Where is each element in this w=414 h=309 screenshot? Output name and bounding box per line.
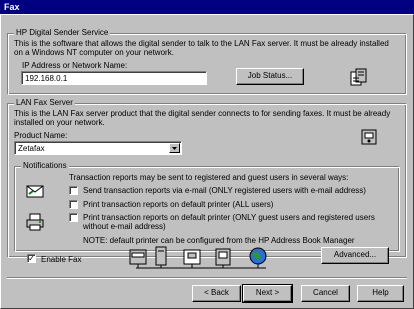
cancel-button[interactable]: Cancel xyxy=(301,285,350,302)
print-guest-label[interactable]: Print transaction reports on default pri… xyxy=(83,213,383,231)
next-button[interactable]: Next > xyxy=(242,284,293,303)
product-name-label: Product Name: xyxy=(14,131,68,140)
lan-fax-legend: LAN Fax Server xyxy=(14,98,75,108)
product-name-select[interactable]: Zetafax xyxy=(14,141,182,155)
advanced-button[interactable]: Advanced... xyxy=(321,247,389,264)
fax-server-icon xyxy=(361,129,377,145)
print-guest-checkbox[interactable] xyxy=(69,213,78,222)
window-title: Fax xyxy=(0,0,414,14)
digital-sender-group: HP Digital Sender Service This is the so… xyxy=(7,28,407,95)
ip-label: IP Address or Network Name: xyxy=(22,61,128,70)
lan-fax-group: LAN Fax Server This is the LAN Fax serve… xyxy=(7,98,407,258)
back-button[interactable]: < Back xyxy=(192,285,241,302)
chevron-down-icon[interactable] xyxy=(169,143,180,153)
enable-fax-label[interactable]: Enable Fax xyxy=(41,255,81,264)
lan-fax-description: This is the LAN Fax server product that … xyxy=(14,109,391,127)
product-name-value: Zetafax xyxy=(18,144,45,153)
fax-dialog: HP Digital Sender Service This is the so… xyxy=(0,14,414,309)
digital-sender-description: This is the software that allows the dig… xyxy=(14,39,389,57)
notifications-group: Notifications Transaction reports may be… xyxy=(14,161,400,252)
ip-address-input[interactable]: 192.168.0.1 xyxy=(21,71,207,85)
notifications-legend: Notifications xyxy=(21,161,69,171)
email-report-label[interactable]: Send transaction reports via e-mail (ONL… xyxy=(83,186,366,195)
network-diagram-icon xyxy=(129,246,267,269)
printer-icon xyxy=(26,213,44,231)
enable-fax-checkbox[interactable]: ✓ xyxy=(27,254,36,263)
help-button[interactable]: Help xyxy=(357,285,404,302)
email-report-checkbox[interactable] xyxy=(69,186,78,195)
button-bar-separator xyxy=(7,277,407,279)
job-status-button[interactable]: Job Status... xyxy=(236,68,304,85)
print-all-checkbox[interactable] xyxy=(69,200,78,209)
notifications-intro: Transaction reports may be sent to regis… xyxy=(69,173,349,182)
email-icon xyxy=(26,185,44,198)
server-icon xyxy=(350,68,367,86)
print-all-label[interactable]: Print transaction reports on default pri… xyxy=(83,200,273,209)
digital-sender-legend: HP Digital Sender Service xyxy=(14,28,111,38)
